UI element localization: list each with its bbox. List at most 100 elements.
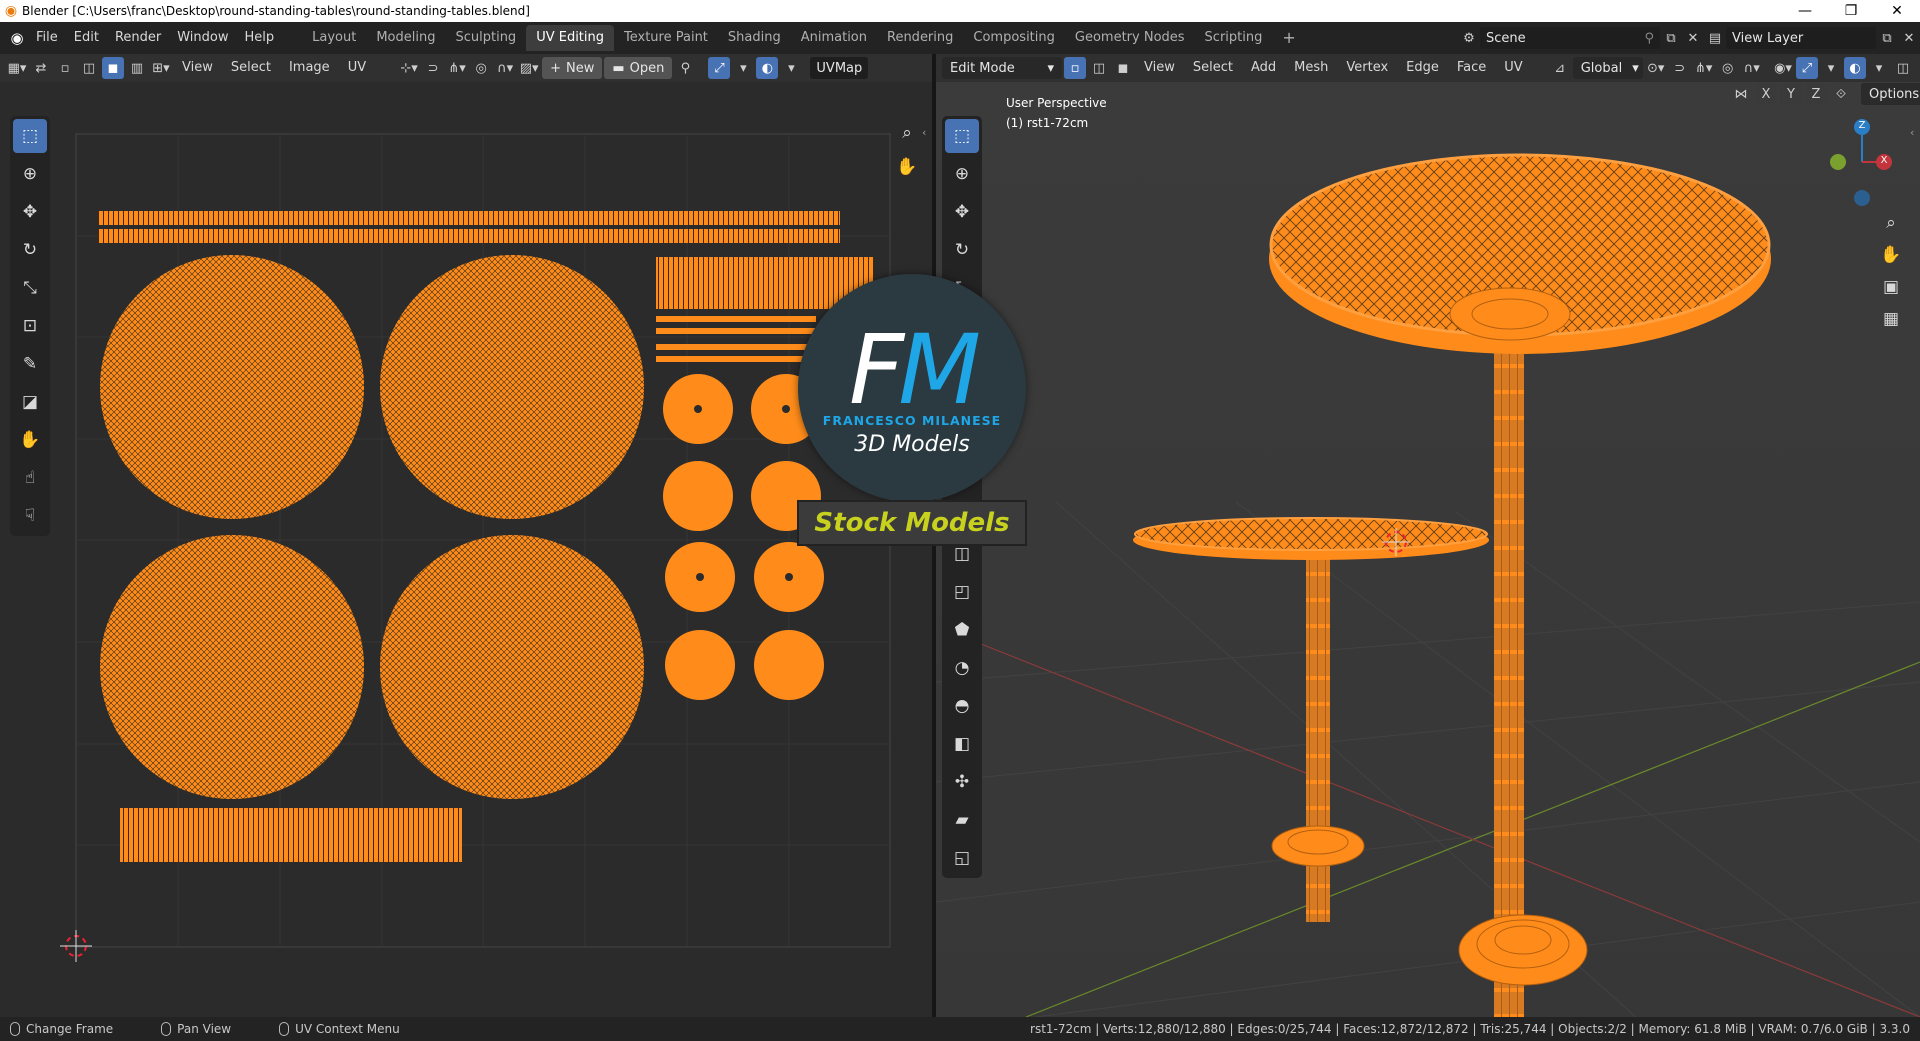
gizmo-toggle-icon[interactable]: ⤢: [708, 57, 731, 79]
select-box-tool-icon[interactable]: ⬚: [945, 119, 979, 153]
pivot-icon[interactable]: ⊹▾: [398, 57, 420, 79]
pin-image-icon[interactable]: ⚲: [674, 57, 696, 79]
uv-menu-uv[interactable]: UV: [340, 56, 374, 80]
view-layer-icon[interactable]: ▤: [1704, 27, 1726, 49]
delete-scene-icon[interactable]: ✕: [1682, 27, 1704, 49]
falloff-icon[interactable]: ∩▾: [494, 57, 516, 79]
scale-tool-icon[interactable]: ⤡: [13, 271, 47, 305]
edge-mode-icon[interactable]: ◫: [1088, 57, 1110, 79]
workspace-tab-scripting[interactable]: Scripting: [1195, 25, 1273, 51]
workspace-tab-sculpting[interactable]: Sculpting: [445, 25, 526, 51]
xray-icon[interactable]: ◫: [1892, 57, 1914, 79]
maximize-button[interactable]: ❐: [1828, 3, 1874, 19]
workspace-tab-texture-paint[interactable]: Texture Paint: [614, 25, 718, 51]
gizmo-z-label[interactable]: Z: [1857, 120, 1867, 131]
uvmap-field[interactable]: UVMap: [810, 57, 869, 79]
falloff-icon[interactable]: ∩▾: [1741, 57, 1763, 79]
uv-menu-image[interactable]: Image: [281, 56, 338, 80]
annotate-tool-icon[interactable]: ✎: [13, 347, 47, 381]
spin-tool-icon[interactable]: ◔: [945, 651, 979, 685]
workspace-tab-uv-editing[interactable]: UV Editing: [526, 25, 615, 51]
menu-file[interactable]: File: [28, 26, 66, 50]
select-box-tool-icon[interactable]: ⬚: [13, 119, 47, 153]
proportional-edit-icon[interactable]: ◎: [470, 57, 492, 79]
gizmo-toggle-icon[interactable]: ⤢: [1796, 57, 1818, 79]
3d-viewport-area[interactable]: User Perspective (1) rst1-72cm Z X ⬚ ⊕ ✥…: [936, 82, 1920, 1017]
snap-target-icon[interactable]: ⋔▾: [446, 57, 468, 79]
menu-help[interactable]: Help: [237, 26, 283, 50]
overlay-dropdown-icon[interactable]: ▾: [1868, 57, 1890, 79]
uv-menu-view[interactable]: View: [174, 56, 221, 80]
add-workspace-button[interactable]: +: [1272, 25, 1305, 51]
new-scene-icon[interactable]: ⧉: [1660, 27, 1682, 49]
close-button[interactable]: ✕: [1874, 3, 1920, 19]
vp-menu-mesh[interactable]: Mesh: [1286, 56, 1336, 80]
perspective-grid-icon[interactable]: ▦: [1876, 304, 1906, 334]
sync-selection-icon[interactable]: ⇄: [30, 57, 52, 79]
pin-icon[interactable]: ⚲: [1644, 31, 1654, 46]
vp-menu-view[interactable]: View: [1136, 56, 1183, 80]
overlay-toggle-icon[interactable]: ◐: [756, 57, 779, 79]
face-mode-icon[interactable]: ◼: [1112, 57, 1134, 79]
snap-target-icon[interactable]: ⋔▾: [1693, 57, 1715, 79]
rip-region-tool-icon[interactable]: ◱: [945, 841, 979, 875]
knife-tool-icon[interactable]: ◰: [945, 575, 979, 609]
gizmo-dropdown-icon[interactable]: ▾: [1820, 57, 1842, 79]
smooth-tool-icon[interactable]: ◓: [945, 689, 979, 723]
relax-tool-icon[interactable]: ☝: [13, 461, 47, 495]
sticky-select-icon[interactable]: ⊞▾: [150, 57, 172, 79]
collapse-arrow-icon[interactable]: ‹: [922, 126, 926, 139]
pan-hand-icon[interactable]: ✋: [1876, 240, 1906, 270]
delete-view-layer-icon[interactable]: ✕: [1898, 27, 1920, 49]
snap-icon[interactable]: ⊃: [422, 57, 444, 79]
cursor-tool-icon[interactable]: ⊕: [945, 157, 979, 191]
pinch-tool-icon[interactable]: ☟: [13, 499, 47, 533]
scene-selector[interactable]: Scene ⚲: [1480, 27, 1660, 49]
face-select-icon[interactable]: ◼: [102, 57, 124, 79]
vp-menu-add[interactable]: Add: [1243, 56, 1284, 80]
image-browse-icon[interactable]: ▨▾: [518, 57, 540, 79]
workspace-tab-modeling[interactable]: Modeling: [366, 25, 445, 51]
menu-render[interactable]: Render: [107, 26, 169, 50]
new-view-layer-icon[interactable]: ⧉: [1876, 27, 1898, 49]
gizmo-x-label[interactable]: X: [1879, 155, 1889, 166]
island-select-icon[interactable]: ▥: [126, 57, 148, 79]
move-tool-icon[interactable]: ✥: [945, 195, 979, 229]
overlay-dropdown-icon[interactable]: ▾: [780, 57, 802, 79]
grab-tool-icon[interactable]: ✋: [13, 423, 47, 457]
rip-tool-icon[interactable]: ◪: [13, 385, 47, 419]
camera-icon[interactable]: ▣: [1876, 272, 1906, 302]
shrink-fatten-tool-icon[interactable]: ✣: [945, 765, 979, 799]
menu-window[interactable]: Window: [169, 26, 236, 50]
move-tool-icon[interactable]: ✥: [13, 195, 47, 229]
proportional-edit-icon[interactable]: ◎: [1717, 57, 1739, 79]
workspace-tab-rendering[interactable]: Rendering: [877, 25, 963, 51]
vp-menu-face[interactable]: Face: [1449, 56, 1494, 80]
vp-menu-vertex[interactable]: Vertex: [1338, 56, 1396, 80]
visibility-icon[interactable]: ◉▾: [1772, 57, 1794, 79]
rotate-tool-icon[interactable]: ↻: [13, 233, 47, 267]
transform-orientation-selector[interactable]: Global ▾: [1572, 57, 1643, 79]
workspace-tab-geometry-nodes[interactable]: Geometry Nodes: [1065, 25, 1195, 51]
vertex-mode-icon[interactable]: ▫: [1064, 57, 1086, 79]
poly-build-tool-icon[interactable]: ⬟: [945, 613, 979, 647]
workspace-tab-shading[interactable]: Shading: [718, 25, 791, 51]
topology-icon[interactable]: ⟐: [1830, 83, 1852, 105]
zoom-icon[interactable]: ⌕: [1876, 208, 1906, 238]
editor-type-icon[interactable]: ▦▾: [6, 57, 28, 79]
collapse-arrow-icon[interactable]: ‹: [1910, 126, 1914, 139]
pan-hand-icon[interactable]: ✋: [892, 152, 922, 182]
gizmo-dropdown-icon[interactable]: ▾: [732, 57, 754, 79]
open-image-button[interactable]: ▬ Open: [604, 57, 673, 79]
transform-tool-icon[interactable]: ⊡: [13, 309, 47, 343]
pivot-point-icon[interactable]: ⊙▾: [1645, 57, 1667, 79]
shear-tool-icon[interactable]: ▰: [945, 803, 979, 837]
zoom-icon[interactable]: ⌕: [892, 118, 922, 148]
mirror-y-toggle[interactable]: Y: [1780, 83, 1802, 105]
uv-editor-area[interactable]: ⬚ ⊕ ✥ ↻ ⤡ ⊡ ✎ ◪ ✋ ☝ ☟ ⌕ ✋ ‹: [0, 82, 932, 1017]
scene-icon[interactable]: ⚙: [1458, 27, 1480, 49]
mirror-x-toggle[interactable]: X: [1755, 83, 1777, 105]
minimize-button[interactable]: —: [1782, 3, 1828, 19]
overlay-toggle-icon[interactable]: ◐: [1844, 57, 1866, 79]
uv-canvas[interactable]: [0, 82, 932, 1017]
